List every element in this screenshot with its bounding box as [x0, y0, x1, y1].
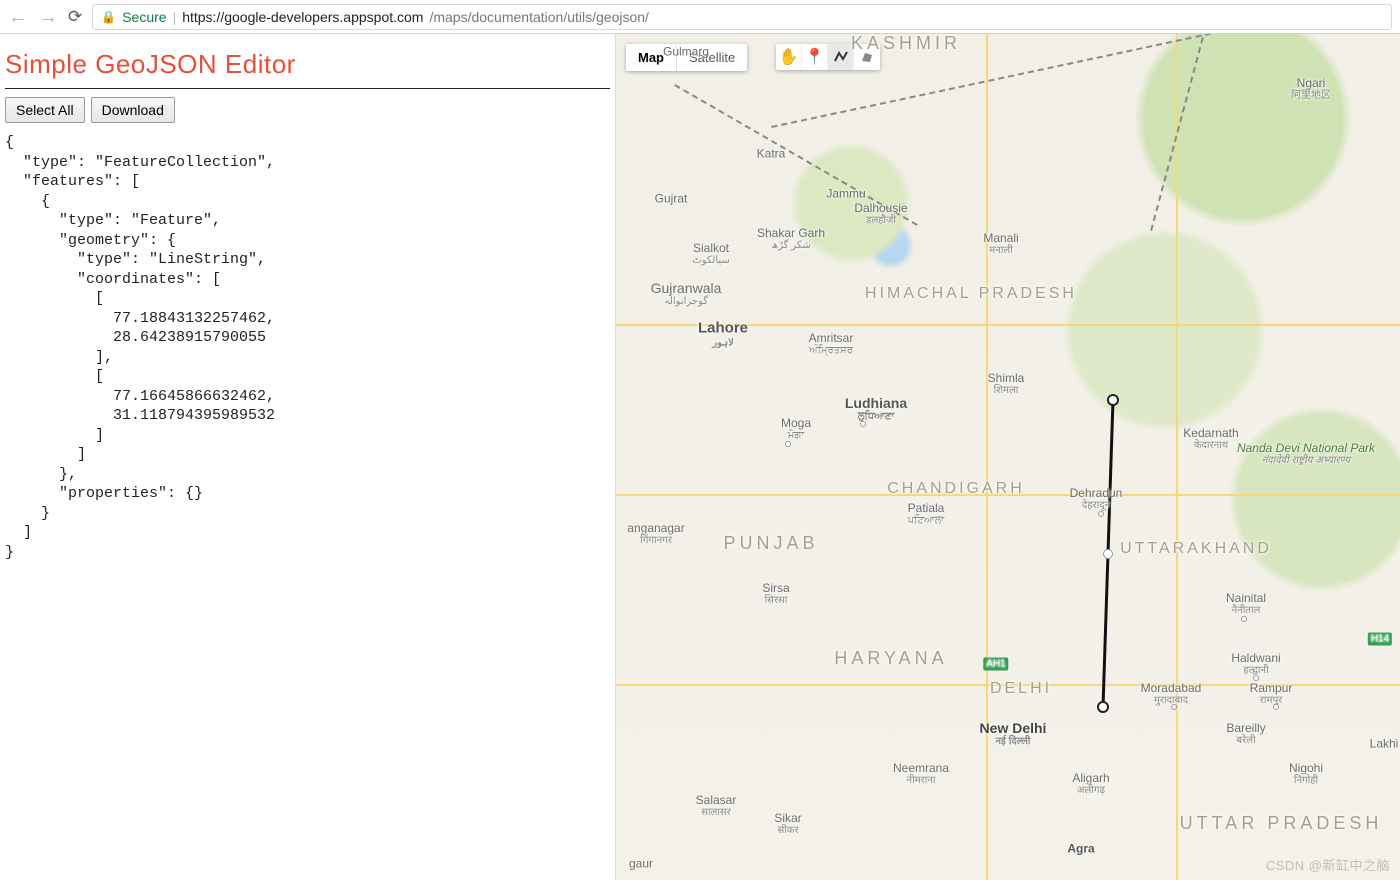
label-amritsar: Amritsarਅੰਮ੍ਰਿਤਸਰ: [809, 332, 854, 356]
label-gaur: gaur: [629, 857, 653, 870]
label-uttarakhand: UTTARAKHAND: [1120, 540, 1272, 558]
label-newdelhi: New Delhiनई दिल्ली: [980, 721, 1047, 747]
label-gujrat: Gujrat: [655, 192, 688, 205]
label-nandadevi: Nanda Devi National Parkनंदादेवी राष्ट्र…: [1237, 442, 1375, 466]
label-hw14: H14: [1368, 633, 1392, 646]
reload-icon[interactable]: ⟳: [68, 8, 82, 25]
download-button[interactable]: Download: [91, 97, 175, 123]
label-bareilly: Bareillyबरेली: [1226, 722, 1265, 746]
marker-tool-icon[interactable]: 📍: [802, 44, 828, 70]
label-punjab: PUNJAB: [723, 534, 818, 554]
line-handle-end[interactable]: [1097, 701, 1109, 713]
label-rampur: Rampurरामपुर: [1250, 682, 1293, 706]
editor-panel: Simple GeoJSON Editor Select All Downloa…: [0, 34, 615, 880]
city-dot: [1241, 616, 1247, 622]
editor-toolbar: Select All Download: [5, 97, 610, 123]
label-haldwani: Haldwaniहल्द्वानी: [1231, 652, 1280, 676]
browser-bar: ← → ⟳ 🔒 Secure | https://google-develope…: [0, 0, 1400, 34]
label-kedarnath: Kedarnathकेदारनाथ: [1183, 427, 1238, 451]
watermark: CSDN @新缸中之脑: [1266, 855, 1390, 874]
label-delhi: DELHI: [990, 680, 1052, 698]
label-ngari: Ngari阿里地区: [1291, 77, 1331, 101]
back-icon[interactable]: ←: [8, 7, 28, 27]
label-jammu: Jammu: [826, 187, 865, 200]
hand-tool-icon[interactable]: ✋: [776, 44, 802, 70]
line-handle-start[interactable]: [1107, 394, 1119, 406]
city-dot: [1171, 704, 1177, 710]
label-ganganagar: anganagarगिंगानगर: [627, 522, 684, 546]
url-host: https://google-developers.appspot.com: [182, 9, 423, 25]
address-bar[interactable]: 🔒 Secure | https://google-developers.app…: [92, 4, 1392, 30]
label-sirsa: Sirsaसिरसा: [762, 582, 789, 606]
label-shimla: Shimlaशिमला: [988, 372, 1025, 396]
page-title: Simple GeoJSON Editor: [5, 39, 610, 89]
label-kashmir: KASHMIR: [851, 34, 961, 54]
lock-icon: 🔒: [101, 10, 116, 24]
select-all-button[interactable]: Select All: [5, 97, 85, 123]
label-lahore: Lahoreلاہور: [698, 320, 748, 348]
label-manali: Manaliमनाली: [983, 232, 1018, 256]
label-ludhiana: Ludhianaਲੁਧਿਆਣਾ: [845, 396, 907, 422]
label-agra: Agra: [1067, 842, 1094, 855]
label-aligarh: Aligarhअलीगढ़: [1072, 772, 1109, 796]
label-dehradun: Dehradunदेहरादून: [1070, 487, 1123, 511]
label-chandigarh: CHANDIGARH: [887, 480, 1025, 498]
label-moga: Mogaਮੋਗਾ: [781, 417, 811, 441]
label-uttar: UTTAR PRADESH: [1180, 814, 1383, 834]
label-moradabad: Moradabadमुरादाबाद: [1141, 682, 1202, 706]
line-handle-mid[interactable]: [1103, 549, 1113, 559]
label-ah1: AH1: [983, 658, 1008, 671]
city-dot: [1098, 511, 1104, 517]
label-lakhi: Lakhi: [1370, 737, 1399, 750]
label-dalhousie: Dalhousieडलहौजी: [854, 202, 907, 226]
label-salasar: Salasarसालासर: [696, 794, 737, 818]
label-katra: Katra: [757, 147, 786, 160]
label-haryana: HARYANA: [834, 649, 947, 669]
city-dot: [860, 421, 866, 427]
label-nainital: Nainitalनैनीताल: [1226, 592, 1266, 616]
city-dot: [1273, 704, 1279, 710]
label-nigohi: Nigohiनिगोही: [1289, 762, 1323, 786]
label-himachal: HIMACHAL PRADESH: [865, 285, 1077, 303]
label-shakar: Shakar Garhشكر گڑھ: [757, 227, 825, 251]
label-gulmarg: Gulmarg: [663, 45, 709, 58]
label-patiala: Patialaਪਟਿਆਲਾ: [908, 502, 945, 526]
city-dot: [785, 441, 791, 447]
label-gujranwala: Gujranwalaگوجرانوالہ: [651, 281, 722, 307]
label-neemrana: Neemranaनीमराना: [893, 762, 949, 786]
label-sialkot: Sialkotسيالكوٹ: [692, 242, 730, 266]
map-panel[interactable]: Map Satellite ✋ 📍 KASHMIR Gulmarg Ngari阿…: [615, 34, 1400, 880]
forward-icon[interactable]: →: [38, 7, 58, 27]
city-dot: [1253, 675, 1259, 681]
secure-label: Secure: [122, 9, 166, 25]
geojson-editor[interactable]: { "type": "FeatureCollection", "features…: [5, 133, 610, 870]
label-sikar: Sikarसीकर: [774, 812, 801, 836]
url-path: /maps/documentation/utils/geojson/: [429, 9, 648, 25]
